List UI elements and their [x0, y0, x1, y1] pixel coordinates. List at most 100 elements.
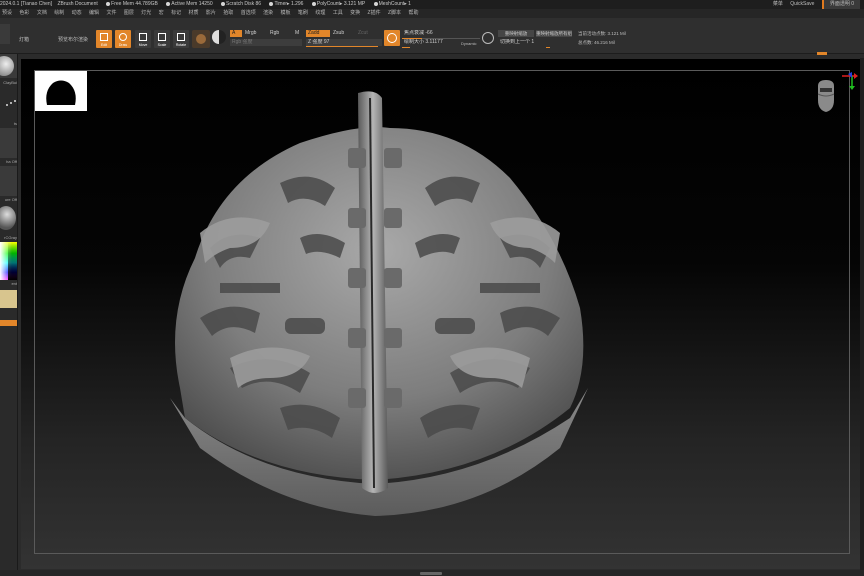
stroke-dot-icon [14, 100, 16, 102]
move-mode-button[interactable]: Move [135, 30, 151, 48]
zcut-toggle[interactable]: Zcut [356, 30, 380, 37]
bottom-collapse-handle[interactable] [420, 572, 442, 575]
secondary-color-swatch[interactable] [0, 320, 17, 326]
focal-shift-button[interactable] [384, 30, 400, 46]
focal-shift-slider[interactable]: 焦点衰减 -66 [402, 30, 480, 37]
texture-tile[interactable] [0, 166, 17, 196]
rotate-mode-button[interactable]: Rotate [173, 30, 189, 48]
brush-swatch-icon [196, 34, 206, 44]
menu-item[interactable]: 色彩 [19, 9, 29, 18]
zadd-toggle[interactable]: Zadd [306, 30, 330, 37]
material-tile[interactable] [0, 204, 17, 234]
polycount: PolyCount▸ 3.121 MP [316, 1, 366, 7]
gradient-label: ent [11, 281, 17, 286]
m-toggle[interactable]: M [293, 30, 305, 37]
a-toggle[interactable]: A [230, 30, 242, 37]
scale-icon [158, 33, 166, 41]
mrgb-toggle[interactable]: Mrgb [243, 30, 267, 37]
top-toolbar: 灯箱 预览布尔渲染 Edit Draw Move Scale Rotate A … [0, 18, 864, 54]
rgb-toggle[interactable]: Rgb [268, 30, 292, 37]
brush-tile[interactable] [0, 54, 17, 78]
lightbox-button[interactable]: 灯箱 [19, 36, 29, 43]
head-gizmo-icon [817, 72, 858, 112]
menu-item[interactable]: 文件 [106, 9, 116, 18]
menu-item[interactable]: 首选项 [241, 9, 256, 18]
timer: Timer▸ 1.296 [274, 1, 304, 7]
scratch-disk-dot-icon [221, 1, 226, 6]
menu-item[interactable]: 文档 [37, 9, 47, 18]
brush-swatch[interactable] [192, 30, 210, 48]
menu-item[interactable]: 拾取 [223, 9, 233, 18]
preview-render-button[interactable]: 预览布尔渲染 [58, 36, 88, 43]
edit-mode-label: Edit [100, 43, 108, 47]
polycount-dot-icon [311, 1, 316, 6]
title-bar-right: 菜单 QuickSave 界面透明 0 [767, 0, 864, 9]
menu-item[interactable]: 变换 [350, 9, 360, 18]
menu-item[interactable]: 标记 [171, 9, 181, 18]
main-color-swatch[interactable] [0, 290, 17, 308]
alpha-tile[interactable] [0, 128, 17, 158]
sculpt-model[interactable] [160, 88, 600, 528]
scale-mode-label: Scale [157, 43, 167, 47]
menu-item[interactable]: Z插件 [368, 9, 381, 18]
menu-item[interactable]: 模板 [281, 9, 291, 18]
menu-item[interactable]: 预设 [2, 9, 12, 18]
color-picker[interactable] [0, 242, 17, 280]
stroke-dot-icon [10, 102, 12, 104]
menu-item[interactable]: 帮助 [408, 9, 418, 18]
brush-label: ClayBui [3, 80, 17, 85]
sculpt-mask-render [170, 91, 588, 516]
menu-item[interactable]: 宏 [159, 9, 164, 18]
menu-item[interactable]: 编辑 [89, 9, 99, 18]
active-mem-dot-icon [166, 1, 171, 6]
draw-mode-button[interactable]: Draw [115, 30, 131, 48]
draw-size-slider[interactable]: 绘制大小 3.11177 [402, 39, 458, 46]
draw-size-fill [402, 47, 410, 48]
menu-item[interactable]: 影片 [206, 9, 216, 18]
menu-toggle[interactable]: 菜单 [773, 0, 783, 9]
menu-item[interactable]: 动态 [72, 9, 82, 18]
toolbar-scroll-marker[interactable] [817, 52, 827, 55]
quicksave-button[interactable]: QuickSave [790, 0, 814, 9]
active-mem: Active Mem 14250 [171, 1, 213, 7]
menu-item[interactable]: 绘制 [54, 9, 64, 18]
scale-master-all-button[interactable]: 重映射缩放所有组 [536, 30, 572, 37]
menu-item[interactable]: Z脚本 [388, 9, 401, 18]
menu-item[interactable]: 灯光 [141, 9, 151, 18]
menu-item[interactable]: 材质 [188, 9, 198, 18]
draw-icon [119, 33, 127, 41]
stroke-label: ts [13, 121, 17, 126]
rgb-intensity-slider[interactable]: Rgb 强度 [230, 39, 302, 46]
navigation-gizmo[interactable] [812, 72, 858, 116]
edit-mode-button[interactable]: Edit [96, 30, 112, 48]
subtool-count-slider[interactable]: 切换到上一个 1 [498, 39, 572, 46]
color-picker-shade [8, 242, 17, 280]
menu-item[interactable]: 工具 [333, 9, 343, 18]
right-scrollbar[interactable] [860, 58, 864, 570]
zsub-toggle[interactable]: Zsub [331, 30, 355, 37]
title-bar: 2024.0.1 [Tianao Chen] ZBrush Document F… [0, 0, 864, 9]
dynamic-icon[interactable] [482, 32, 494, 44]
silhouette-icon [46, 80, 76, 105]
ui-transparency-slider[interactable]: 界面透明 0 [821, 0, 860, 9]
draw-mode-label: Draw [118, 43, 128, 47]
subtool-count-fill [546, 47, 550, 48]
material-label: rCGray [4, 235, 17, 240]
stroke-tile[interactable] [0, 90, 17, 120]
material-sphere-icon[interactable] [212, 30, 226, 44]
z-intensity-slider[interactable]: Z 强度 97 [306, 39, 382, 46]
menu-item[interactable]: 笔刷 [298, 9, 308, 18]
scale-mode-button[interactable]: Scale [154, 30, 170, 48]
active-points-readout: 当前活动点数: 3.121 Mil [578, 31, 626, 36]
menu-item[interactable]: 纹理 [315, 9, 325, 18]
texture-label: ure Off [4, 197, 17, 202]
free-mem: Free Mem 44.789GB [111, 1, 158, 7]
dynamic-toggle[interactable]: Dynamic [461, 41, 477, 46]
left-shelf: ClayBui ts ha Off ure Off rCGray ent [0, 54, 18, 576]
menu-bar: 预设 色彩 文档 绘制 动态 编辑 文件 图层 灯光 宏 标记 材质 影片 拾取… [0, 9, 864, 18]
meshcount: MeshCount▸ 1 [378, 1, 411, 7]
app-version: 2024.0.1 [Tianao Chen] [0, 1, 53, 7]
scale-master-button[interactable]: 重映射缩放 [498, 30, 534, 37]
menu-item[interactable]: 图层 [124, 9, 134, 18]
menu-item[interactable]: 渲染 [263, 9, 273, 18]
